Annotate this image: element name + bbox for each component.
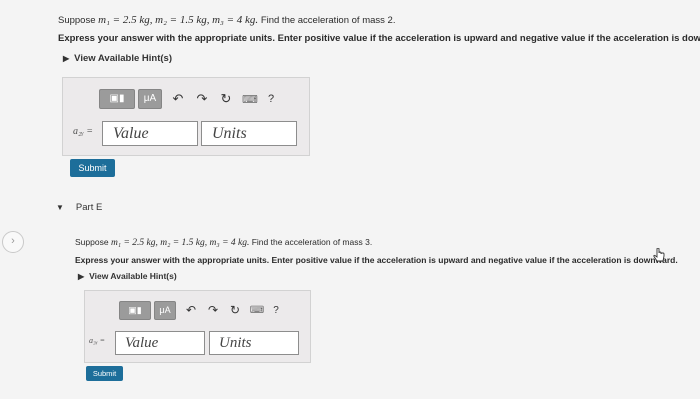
part-e-instructions: Express your answer with the appropriate… (75, 255, 678, 265)
triangle-right-icon: ▶ (78, 272, 85, 281)
part-e-help-label: ? (273, 304, 279, 316)
triangle-down-icon: ▼ (56, 203, 64, 212)
part-e-view-hints-link[interactable]: ▶ View Available Hint(s) (78, 271, 177, 281)
value-placeholder: Value (113, 125, 149, 142)
side-nav-circle[interactable]: › (2, 231, 24, 253)
keyboard-icon[interactable]: ⌨ (238, 93, 262, 106)
submit-button[interactable]: Submit (70, 159, 115, 177)
hints-link-label: View Available Hint(s) (74, 53, 172, 64)
part-e-mass-2: m₂ = 1.5 kg, (160, 238, 208, 248)
templates-icon[interactable]: ▣▮ (119, 300, 151, 320)
part-e-value-input[interactable]: Value (115, 331, 205, 355)
reset-icon[interactable]: ↻ (224, 303, 246, 317)
question-text: Suppose m₁ = 2.5 kg, m₂ = 1.5 kg, m₃ = 4… (58, 14, 395, 26)
part-e-answer-variable-label: a₃ᵧ = (89, 336, 106, 345)
part-e-mass-3: m₃ = 4 kg. (209, 238, 250, 248)
mass-1: m₁ = 2.5 kg, (98, 14, 153, 26)
reset-icon[interactable]: ↻ (214, 91, 238, 107)
part-e-value-placeholder: Value (125, 335, 159, 351)
part-e-units-placeholder: Units (219, 335, 252, 351)
triangle-right-icon: ▶ (63, 54, 70, 63)
part-e-answer-panel: ▣▮ μA ↶ ↷ ↻ ⌨ ? a₃ᵧ = Value Units (84, 290, 311, 363)
part-e-units-input[interactable]: Units (209, 331, 299, 355)
part-e-submit-button[interactable]: Submit (86, 366, 123, 381)
part-e-mass-1: m₁ = 2.5 kg, (110, 238, 158, 248)
part-e-math-toolbar: ▣▮ μA ↶ ↷ ↻ ⌨ ? (119, 300, 284, 320)
chevron-right-icon: › (11, 235, 15, 247)
redo-icon[interactable]: ↷ (190, 91, 214, 107)
part-e-question-prefix: Suppose (75, 237, 109, 247)
units-placeholder: Units (212, 125, 247, 142)
instructions-text: Express your answer with the appropriate… (58, 33, 700, 44)
part-e-instructions-text: Express your answer with the appropriate… (75, 255, 678, 265)
instructions: Express your answer with the appropriate… (58, 33, 700, 44)
answer-panel: ▣▮ μA ↶ ↷ ↻ ⌨ ? a₂ᵧ = Value Units (62, 77, 310, 156)
keyboard-icon[interactable]: ⌨ (246, 305, 268, 316)
part-e-header[interactable]: ▼ Part E (56, 202, 102, 213)
help-icon[interactable]: ? (262, 93, 280, 105)
hand-cursor-icon (653, 248, 665, 262)
value-input[interactable]: Value (102, 121, 198, 146)
part-e-question-suffix: Find the acceleration of mass 3. (251, 237, 373, 247)
part-title: Part E (75, 202, 103, 213)
templates-icon[interactable]: ▣▮ (99, 89, 135, 109)
units-label: μA (143, 93, 157, 104)
math-toolbar: ▣▮ μA ↶ ↷ ↻ ⌨ ? (99, 88, 280, 110)
units-icon[interactable]: μA (138, 89, 162, 109)
help-label: ? (267, 93, 275, 105)
units-icon[interactable]: μA (154, 300, 176, 320)
question-prefix: Suppose (58, 15, 96, 26)
part-e-hints-link-label: View Available Hint(s) (89, 271, 177, 281)
question-suffix: Find the acceleration of mass 2. (260, 15, 396, 26)
part-e-units-label: μA (159, 304, 171, 315)
mass-2: m₂ = 1.5 kg, (155, 14, 210, 26)
units-input[interactable]: Units (201, 121, 297, 146)
view-hints-link[interactable]: ▶ View Available Hint(s) (63, 53, 172, 64)
undo-icon[interactable]: ↶ (180, 303, 202, 317)
redo-icon[interactable]: ↷ (202, 303, 224, 317)
undo-icon[interactable]: ↶ (166, 91, 190, 107)
help-icon[interactable]: ? (268, 305, 284, 316)
mass-3: m₃ = 4 kg. (212, 14, 259, 26)
part-e-question-text: Suppose m₁ = 2.5 kg, m₂ = 1.5 kg, m₃ = 4… (75, 237, 372, 248)
answer-variable-label: a₂ᵧ = (73, 126, 94, 137)
